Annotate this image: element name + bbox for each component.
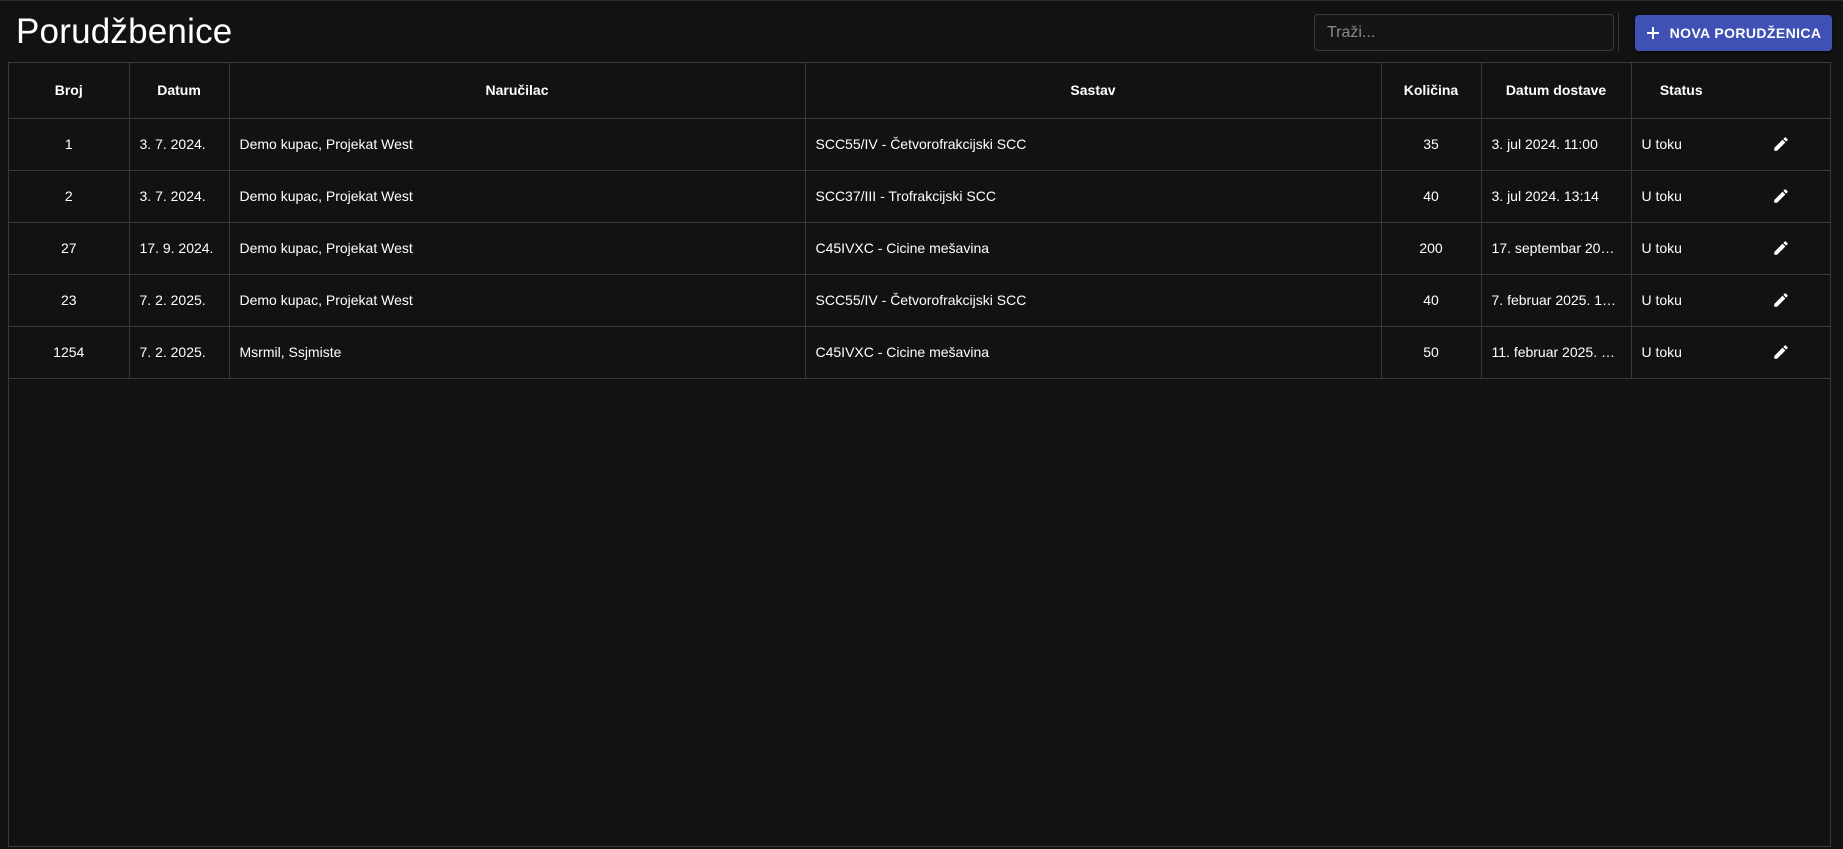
cell-datum: 7. 2. 2025. [129, 326, 230, 379]
table-row[interactable]: 2 3. 7. 2024. Demo kupac, Projekat West … [9, 170, 1830, 223]
cell-status: U toku [1631, 326, 1731, 379]
edit-icon [1773, 293, 1788, 307]
plus-icon [1646, 26, 1660, 40]
cell-actions [1731, 170, 1830, 223]
search-input[interactable] [1315, 15, 1613, 50]
edit-button[interactable] [1766, 337, 1796, 367]
cell-actions [1731, 274, 1830, 327]
cell-status: U toku [1631, 274, 1731, 327]
cell-datum: 3. 7. 2024. [129, 118, 230, 171]
cell-broj: 27 [9, 222, 130, 275]
cell-kolicina: 50 [1381, 326, 1482, 379]
cell-narucilac: Demo kupac, Projekat West [229, 118, 806, 171]
new-order-button[interactable]: NOVA PORUDŽENICA [1635, 15, 1832, 51]
table-body: 1 3. 7. 2024. Demo kupac, Projekat West … [9, 118, 1830, 379]
table-row[interactable]: 1254 7. 2. 2025. Msrmil, Ssjmiste C45IVX… [9, 326, 1830, 379]
cell-narucilac: Msrmil, Ssjmiste [229, 326, 806, 379]
edit-icon [1773, 189, 1788, 203]
new-order-label: NOVA PORUDŽENICA [1669, 25, 1822, 41]
cell-status: U toku [1631, 170, 1731, 223]
column-header-narucilac[interactable]: Naručilac [229, 63, 806, 119]
cell-kolicina: 40 [1381, 170, 1482, 223]
cell-datum-dostave: 17. septembar 202… [1481, 222, 1632, 275]
edit-button[interactable] [1766, 285, 1796, 315]
cell-datum-dostave: 11. februar 2025. … [1481, 326, 1632, 379]
column-header-status[interactable]: Status [1631, 63, 1731, 119]
edit-button[interactable] [1766, 129, 1796, 159]
toolbar-divider [1618, 12, 1619, 52]
cell-sastav: SCC37/III - Trofrakcijski SCC [805, 170, 1382, 223]
cell-sastav: C45IVXC - Cicine mešavina [805, 222, 1382, 275]
top-toolbar: Porudžbenice NOVA PORUDŽENICA [0, 0, 1843, 62]
cell-datum-dostave: 7. februar 2025. 1… [1481, 274, 1632, 327]
table-row[interactable]: 1 3. 7. 2024. Demo kupac, Projekat West … [9, 118, 1830, 171]
cell-datum: 7. 2. 2025. [129, 274, 230, 327]
cell-narucilac: Demo kupac, Projekat West [229, 274, 806, 327]
cell-broj: 1 [9, 118, 130, 171]
cell-datum-dostave: 3. jul 2024. 13:14 [1481, 170, 1632, 223]
column-header-actions [1731, 63, 1830, 119]
edit-icon [1773, 137, 1788, 151]
cell-datum: 17. 9. 2024. [129, 222, 230, 275]
cell-broj: 1254 [9, 326, 130, 379]
cell-sastav: C45IVXC - Cicine mešavina [805, 326, 1382, 379]
orders-table: Broj Datum Naručilac Sastav Količina Dat… [8, 62, 1831, 847]
cell-broj: 23 [9, 274, 130, 327]
cell-actions [1731, 326, 1830, 379]
table-header-row: Broj Datum Naručilac Sastav Količina Dat… [9, 63, 1830, 119]
top-divider [0, 0, 1843, 1]
column-header-datum[interactable]: Datum [129, 63, 230, 119]
cell-actions [1731, 118, 1830, 171]
cell-narucilac: Demo kupac, Projekat West [229, 222, 806, 275]
cell-datum-dostave: 3. jul 2024. 11:00 [1481, 118, 1632, 171]
cell-status: U toku [1631, 222, 1731, 275]
cell-sastav: SCC55/IV - Četvorofrakcijski SCC [805, 118, 1382, 171]
cell-kolicina: 200 [1381, 222, 1482, 275]
cell-kolicina: 40 [1381, 274, 1482, 327]
search-field[interactable] [1314, 14, 1614, 51]
edit-button[interactable] [1766, 181, 1796, 211]
edit-button[interactable] [1766, 233, 1796, 263]
edit-icon [1773, 345, 1788, 359]
cell-sastav: SCC55/IV - Četvorofrakcijski SCC [805, 274, 1382, 327]
table-row[interactable]: 27 17. 9. 2024. Demo kupac, Projekat Wes… [9, 222, 1830, 275]
cell-broj: 2 [9, 170, 130, 223]
orders-page: Porudžbenice NOVA PORUDŽENICA [0, 0, 1843, 849]
cell-narucilac: Demo kupac, Projekat West [229, 170, 806, 223]
table-row[interactable]: 23 7. 2. 2025. Demo kupac, Projekat West… [9, 274, 1830, 327]
column-header-datum-dostave[interactable]: Datum dostave [1481, 63, 1632, 119]
cell-status: U toku [1631, 118, 1731, 171]
column-header-kolicina[interactable]: Količina [1381, 63, 1482, 119]
cell-actions [1731, 222, 1830, 275]
column-header-sastav[interactable]: Sastav [805, 63, 1382, 119]
cell-datum: 3. 7. 2024. [129, 170, 230, 223]
cell-kolicina: 35 [1381, 118, 1482, 171]
edit-icon [1773, 241, 1788, 255]
column-header-broj[interactable]: Broj [9, 63, 130, 119]
page-title: Porudžbenice [16, 12, 233, 51]
